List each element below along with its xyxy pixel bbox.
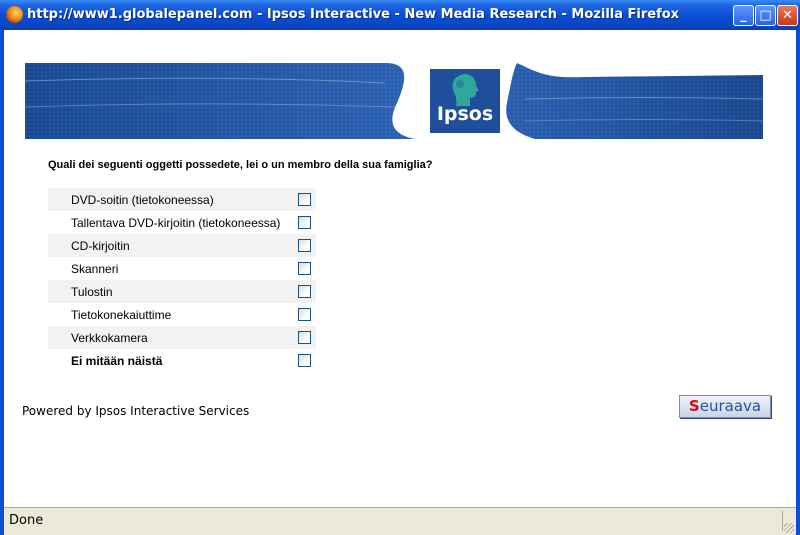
option-label: Verkkokamera — [71, 331, 148, 345]
option-row: Skanneri — [48, 257, 316, 280]
option-label: Tallentava DVD-kirjoitin (tietokoneessa) — [71, 216, 281, 230]
status-divider — [782, 511, 783, 531]
option-label: Tietokonekaiuttime — [71, 308, 172, 322]
option-label: Skanneri — [71, 262, 119, 276]
resize-grip-icon[interactable] — [784, 523, 794, 533]
option-label: CD-kirjoitin — [71, 239, 130, 253]
option-label-none: Ei mitään näistä — [71, 354, 163, 368]
next-button[interactable]: Seuraava — [679, 395, 771, 418]
option-row: CD-kirjoitin — [48, 234, 316, 257]
option-label: Tulostin — [71, 285, 113, 299]
option-row: Ei mitään näistä — [48, 349, 316, 372]
ipsos-logo-text: Ipsos — [436, 103, 494, 125]
option-row: Tulostin — [48, 280, 316, 303]
option-checkbox[interactable] — [298, 308, 311, 321]
option-label: DVD-soitin (tietokoneessa) — [71, 193, 214, 207]
options-list: DVD-soitin (tietokoneessa) Tallentava DV… — [48, 188, 316, 372]
option-checkbox[interactable] — [298, 216, 311, 229]
option-checkbox[interactable] — [298, 331, 311, 344]
option-checkbox[interactable] — [298, 262, 311, 275]
option-checkbox[interactable] — [298, 239, 311, 252]
next-button-label: euraava — [699, 397, 762, 415]
window-title: http://www1.globalepanel.com - Ipsos Int… — [27, 7, 680, 22]
window-frame-right — [796, 30, 800, 535]
ipsos-banner — [25, 63, 763, 139]
ipsos-head-icon — [448, 72, 482, 106]
title-bar[interactable]: http://www1.globalepanel.com - Ipsos Int… — [0, 0, 800, 30]
window-frame-left — [0, 30, 4, 535]
status-bar: Done — [4, 507, 796, 535]
option-row: Tietokonekaiuttime — [48, 303, 316, 326]
firefox-icon — [6, 6, 23, 23]
option-checkbox[interactable] — [298, 193, 311, 206]
survey-question: Quali dei seguenti oggetti possedete, le… — [48, 159, 433, 171]
option-row: Tallentava DVD-kirjoitin (tietokoneessa) — [48, 211, 316, 234]
close-button[interactable]: ✕ — [777, 5, 798, 26]
option-row: DVD-soitin (tietokoneessa) — [48, 188, 316, 211]
option-checkbox[interactable] — [298, 285, 311, 298]
option-row: Verkkokamera — [48, 326, 316, 349]
minimize-button[interactable]: _ — [733, 5, 754, 26]
ipsos-logo: Ipsos — [430, 69, 500, 133]
maximize-button[interactable]: □ — [755, 5, 776, 26]
status-text: Done — [9, 513, 44, 528]
option-checkbox-none[interactable] — [298, 354, 311, 367]
next-button-first-letter: S — [688, 397, 700, 415]
powered-by-text: Powered by Ipsos Interactive Services — [22, 404, 250, 418]
